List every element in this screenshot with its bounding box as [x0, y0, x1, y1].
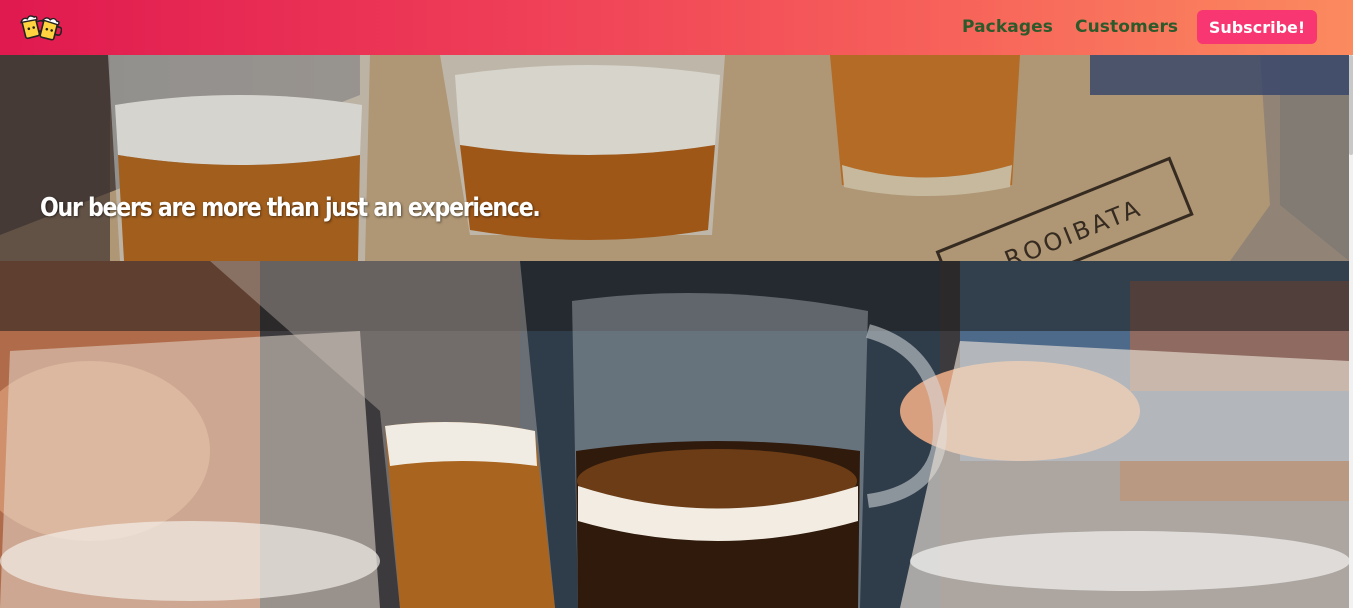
- beer-mugs-icon: [20, 15, 62, 41]
- hero-banner: ROOIBATA Our beers are more than just an…: [0, 55, 1349, 261]
- top-navbar: Packages Customers Subscribe!: [0, 0, 1353, 55]
- page-scrollbar[interactable]: [1349, 0, 1353, 608]
- hero-headline: Our beers are more than just an experien…: [40, 193, 541, 223]
- scrollbar-thumb[interactable]: [1349, 55, 1353, 155]
- cheers-beer-image: [0, 261, 1349, 608]
- hero-beer-flight-image: ROOIBATA: [0, 55, 1349, 261]
- nav-link-customers[interactable]: Customers: [1075, 17, 1178, 37]
- subscribe-button[interactable]: Subscribe!: [1197, 10, 1317, 44]
- nav-link-packages[interactable]: Packages: [962, 17, 1053, 37]
- cheers-photo-section: [0, 261, 1349, 608]
- brand-logo[interactable]: [20, 9, 62, 45]
